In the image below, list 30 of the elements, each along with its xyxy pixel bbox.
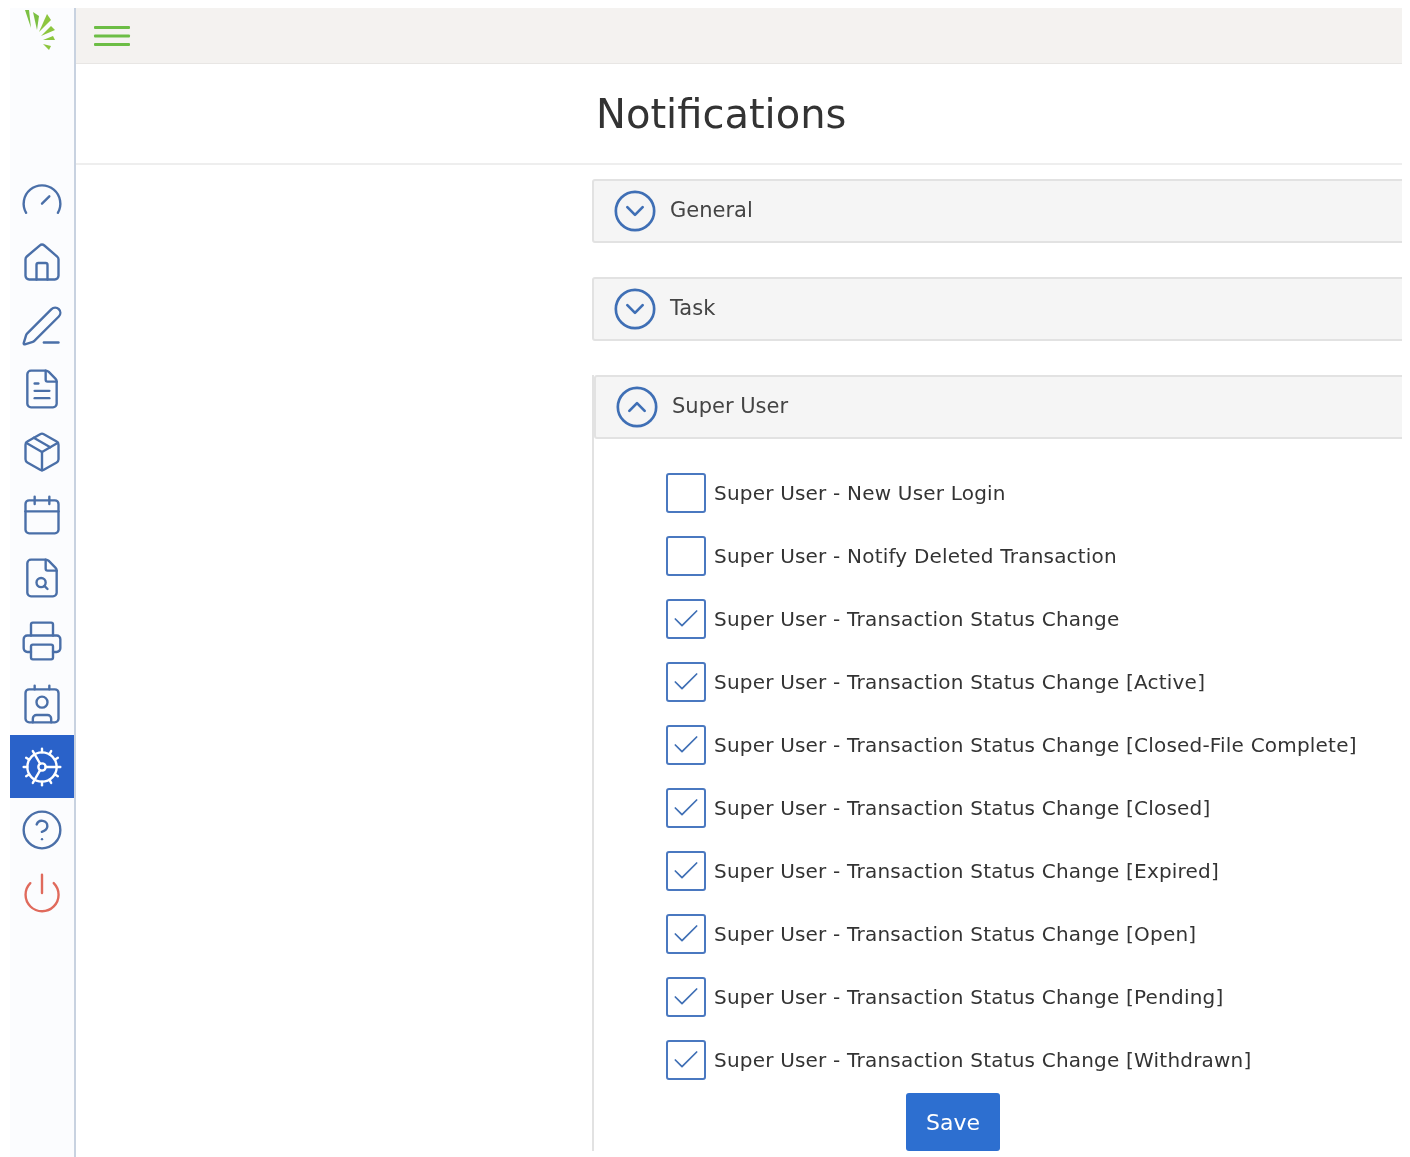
checkbox-label: Super User - Transaction Status Change [Open]	[714, 920, 1197, 948]
checkbox-label: Super User - Transaction Status Change [Active]	[714, 668, 1206, 696]
printer-icon	[20, 618, 64, 663]
checkbox[interactable]	[666, 913, 706, 954]
checkbox[interactable]	[666, 661, 706, 702]
checkbox[interactable]	[666, 787, 706, 828]
checkbox-label: Super User - Transaction Status Change [Expired]	[714, 857, 1219, 885]
page-title: Notifications	[596, 89, 847, 139]
checkbox-label: Super User - Transaction Status Change [Withdrawn]	[714, 1046, 1252, 1074]
chevron-up-icon	[614, 384, 660, 430]
checkbox-label: Super User - Transaction Status Change [Closed-File Complete]	[714, 731, 1357, 759]
sidebar-item[interactable]	[10, 735, 74, 798]
chevron-down-icon	[612, 188, 658, 234]
checkbox[interactable]	[666, 850, 706, 891]
checkbox[interactable]	[666, 724, 706, 765]
chevron-down-icon	[612, 286, 658, 332]
checkbox-label: Super User - Transaction Status Change	[714, 605, 1120, 633]
checkbox[interactable]	[666, 535, 706, 576]
checkbox[interactable]	[666, 1039, 706, 1080]
checkbox-label: Super User - Notify Deleted Transaction	[714, 542, 1117, 570]
checkbox[interactable]	[666, 976, 706, 1017]
section-header[interactable]: Super User	[594, 375, 1402, 439]
save-button[interactable]: Save	[906, 1093, 1000, 1151]
checkbox-label: Super User - New User Login	[714, 479, 1006, 507]
section-header[interactable]: Task	[592, 277, 1402, 341]
checkbox[interactable]	[666, 598, 706, 639]
section-header[interactable]: General	[592, 179, 1402, 243]
checkbox-label: Super User - Transaction Status Change [Closed]	[714, 794, 1211, 822]
checkbox[interactable]	[666, 472, 706, 513]
checkbox-label: Super User - Transaction Status Change [Pending]	[714, 983, 1224, 1011]
